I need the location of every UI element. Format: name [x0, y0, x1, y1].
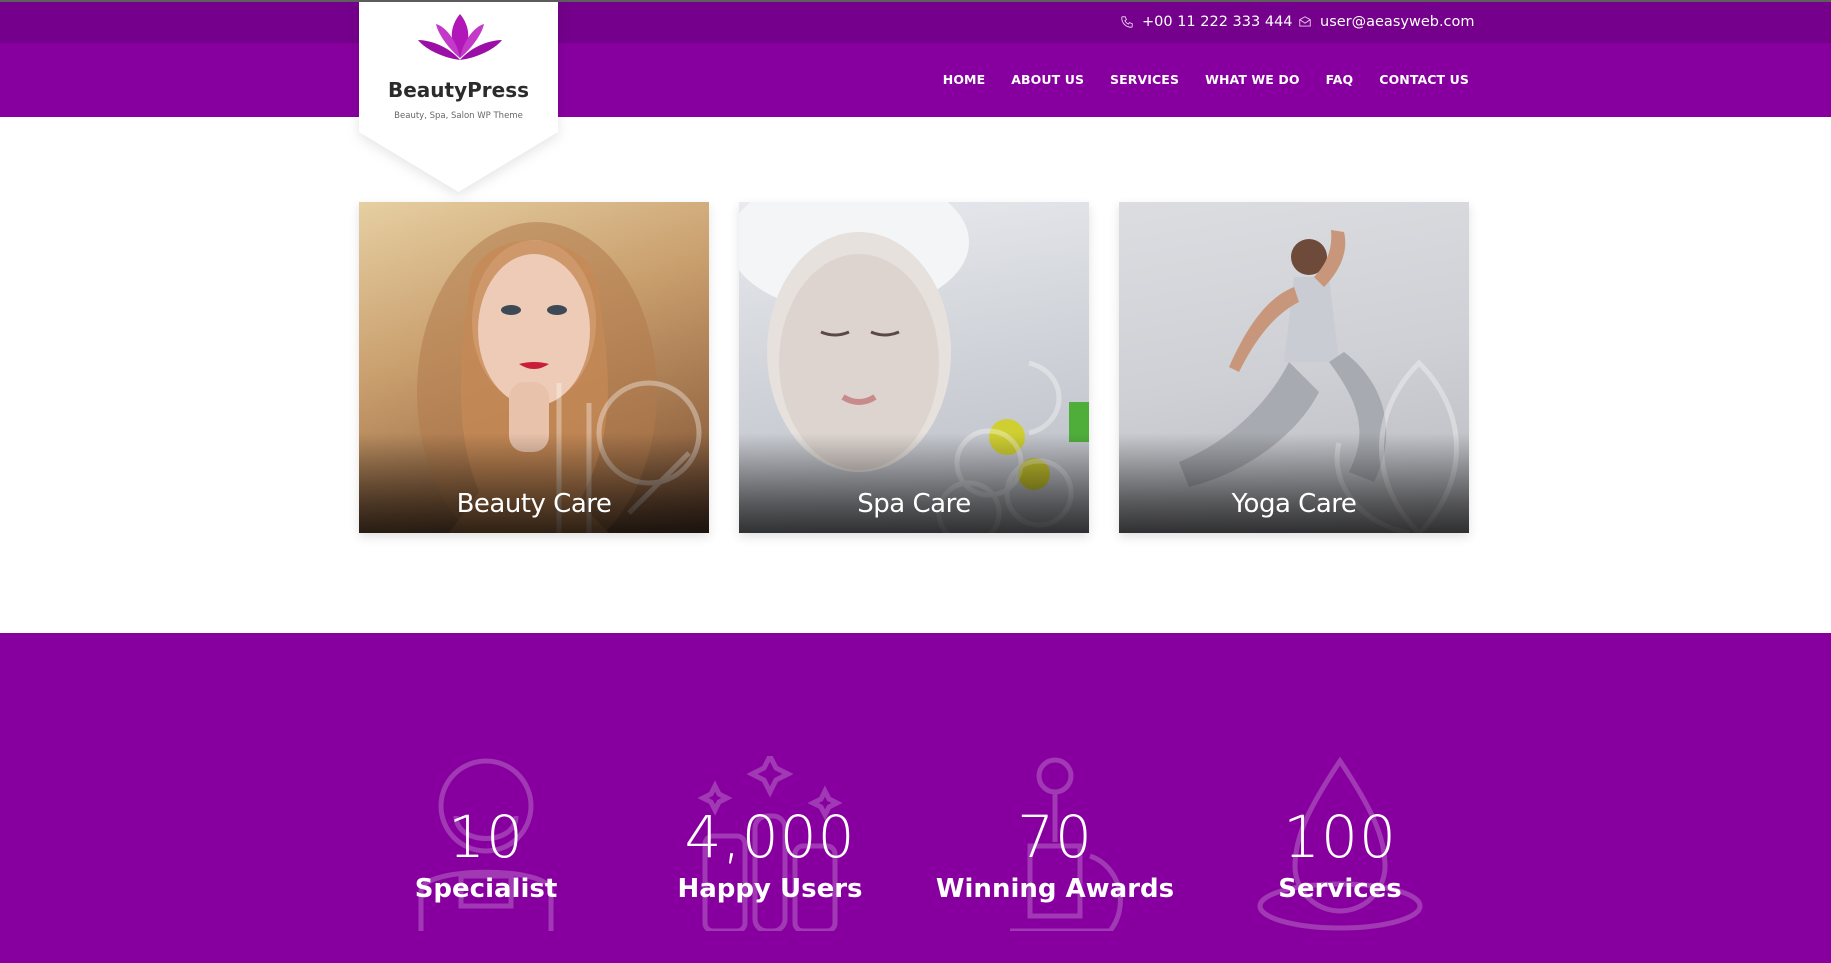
main-menu: HOME ABOUT US SERVICES WHAT WE DO FAQ CO… [943, 72, 1469, 87]
lotus-icon [418, 14, 502, 60]
service-card-beauty-care[interactable]: Beauty Care [359, 202, 709, 533]
menu-item-about-us[interactable]: ABOUT US [1011, 72, 1084, 87]
email-address: user@aeasyweb.com [1320, 14, 1475, 30]
service-card-spa-care[interactable]: Spa Care [739, 202, 1089, 533]
stat-number: 100 [1283, 803, 1397, 871]
card-title: Spa Care [857, 489, 971, 519]
stat-services: 100 Services [1190, 633, 1490, 963]
top-bar: +00 11 222 333 444 user@aeasyweb.com [0, 0, 1831, 43]
service-card-yoga-care[interactable]: Yoga Care [1119, 202, 1469, 533]
card-title: Beauty Care [456, 489, 612, 519]
site-logo[interactable]: BeautyPress Beauty, Spa, Salon WP Theme [359, 2, 558, 192]
stat-number: 4,000 [684, 803, 856, 871]
page: +00 11 222 333 444 user@aeasyweb.com HOM… [0, 0, 1831, 963]
menu-item-what-we-do[interactable]: WHAT WE DO [1205, 72, 1300, 87]
stat-winning-awards: 70 Winning Awards [905, 633, 1205, 963]
phone-contact[interactable]: +00 11 222 333 444 [1120, 14, 1293, 30]
phone-icon [1121, 16, 1133, 28]
envelope-icon [1299, 16, 1311, 27]
main-navigation [0, 43, 1831, 117]
stat-label: Winning Awards [935, 874, 1175, 904]
site-title: BeautyPress [387, 78, 530, 102]
menu-item-home[interactable]: HOME [943, 72, 985, 87]
menu-item-faq[interactable]: FAQ [1326, 72, 1354, 87]
email-contact[interactable]: user@aeasyweb.com [1298, 14, 1475, 30]
phone-number: +00 11 222 333 444 [1142, 14, 1293, 30]
stat-label: Services [1278, 874, 1402, 904]
menu-item-contact-us[interactable]: CONTACT US [1379, 72, 1469, 87]
stat-happy-users: 4,000 Happy Users [620, 633, 920, 963]
stat-specialist: 10 Specialist [336, 633, 636, 963]
stat-number: 10 [448, 803, 524, 871]
site-tagline: Beauty, Spa, Salon WP Theme [394, 111, 523, 121]
stat-number: 70 [1017, 803, 1093, 871]
menu-item-services[interactable]: SERVICES [1110, 72, 1179, 87]
card-title: Yoga Care [1231, 489, 1357, 519]
stats-section: 10 Specialist 4,000 Happy Users 70 Winni… [0, 633, 1831, 963]
stat-label: Specialist [414, 874, 558, 904]
stat-label: Happy Users [677, 874, 863, 904]
